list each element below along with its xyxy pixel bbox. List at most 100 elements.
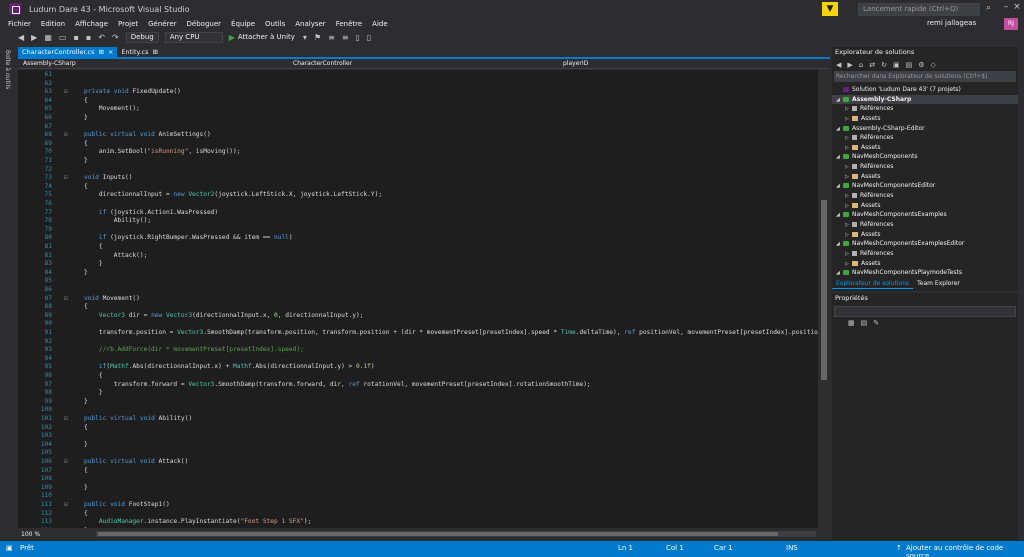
- pin-icon[interactable]: ⊞: [152, 47, 157, 57]
- member-dropdown[interactable]: playerID: [560, 60, 826, 68]
- fold-toggle-icon[interactable]: ⊟: [64, 131, 68, 140]
- menu-item[interactable]: Équipe: [231, 20, 255, 28]
- code-line[interactable]: 89 Vector3 dir = new Vector3(directionna…: [18, 312, 818, 321]
- code-line[interactable]: 102 {: [18, 424, 818, 433]
- collapse-icon[interactable]: ▣: [893, 61, 900, 69]
- tree-item[interactable]: ▷ Assets: [832, 114, 1018, 124]
- properties-object-select[interactable]: [834, 306, 1016, 317]
- tree-item[interactable]: ◢ NavMeshComponentsPlaymodeTests: [832, 268, 1018, 278]
- property-pages-icon[interactable]: ✎: [873, 319, 879, 327]
- code-line[interactable]: 83 }: [18, 260, 818, 269]
- panel-tab[interactable]: Explorateur de solutions: [832, 278, 914, 289]
- configuration-select[interactable]: Debug: [125, 31, 159, 43]
- fold-toggle-icon[interactable]: ⊟: [64, 415, 68, 424]
- tree-item[interactable]: ▷ Références: [832, 162, 1018, 172]
- document-tab[interactable]: Entity.cs ⊞: [117, 47, 162, 57]
- code-line[interactable]: 85: [18, 277, 818, 286]
- code-line[interactable]: 90: [18, 320, 818, 329]
- code-line[interactable]: 97 transform.forward = Vector3.SmoothDam…: [18, 381, 818, 390]
- bookmark-prev-icon[interactable]: ▯: [356, 33, 360, 42]
- code-line[interactable]: 74 {: [18, 183, 818, 192]
- menu-item[interactable]: Edition: [41, 20, 65, 28]
- save-icon[interactable]: ▪: [73, 33, 78, 42]
- code-line[interactable]: 103: [18, 432, 818, 441]
- code-line[interactable]: 98 }: [18, 389, 818, 398]
- code-line[interactable]: 93 //rb.AddForce(dir * movementPreset[pr…: [18, 346, 818, 355]
- code-line[interactable]: 113 AudioManager.instance.PlayInstantiat…: [18, 518, 818, 527]
- preview-icon[interactable]: ◇: [931, 61, 936, 69]
- tree-item[interactable]: ▷ Assets: [832, 143, 1018, 153]
- code-line[interactable]: 72: [18, 166, 818, 175]
- code-line[interactable]: 87 ⊟ void Movement(): [18, 295, 818, 304]
- code-line[interactable]: 107 {: [18, 467, 818, 476]
- code-line[interactable]: 77 if (joystick.Action1.WasPressed): [18, 209, 818, 218]
- code-line[interactable]: 68 ⊟ public virtual void AnimSettings(): [18, 131, 818, 140]
- comment-icon[interactable]: ≡: [328, 33, 335, 42]
- tree-item[interactable]: ▷ Références: [832, 249, 1018, 259]
- tree-item[interactable]: ▷ Références: [832, 220, 1018, 230]
- tree-item[interactable]: ▷ Assets: [832, 201, 1018, 211]
- tree-item[interactable]: ◢ Assembly-CSharp-Editor: [832, 124, 1018, 134]
- forward-icon[interactable]: ▶: [31, 33, 37, 42]
- redo-icon[interactable]: ↷: [112, 33, 119, 42]
- menu-item[interactable]: Outils: [265, 20, 285, 28]
- forward-icon[interactable]: ▶: [847, 61, 852, 69]
- close-tab-icon[interactable]: ×: [108, 47, 113, 57]
- tree-item[interactable]: ◢ NavMeshComponentsExamplesEditor: [832, 239, 1018, 249]
- solution-search-input[interactable]: Rechercher dans Explorateur de solutions…: [834, 71, 1016, 82]
- save-all-icon[interactable]: ▪: [86, 33, 91, 42]
- tree-item[interactable]: ◢ NavMeshComponents: [832, 152, 1018, 162]
- code-line[interactable]: 61: [18, 71, 818, 80]
- vertical-scrollbar[interactable]: [818, 70, 830, 528]
- bookmark-next-icon[interactable]: ▯: [367, 33, 371, 42]
- code-line[interactable]: 94: [18, 355, 818, 364]
- code-line[interactable]: 67: [18, 123, 818, 132]
- menu-item[interactable]: Projet: [118, 20, 138, 28]
- tree-item[interactable]: ▷ Assets: [832, 172, 1018, 182]
- code-line[interactable]: 110: [18, 492, 818, 501]
- avatar[interactable]: RJ: [1004, 18, 1018, 30]
- show-all-icon[interactable]: ▤: [906, 61, 913, 69]
- new-item-icon[interactable]: ▦: [44, 33, 52, 42]
- undo-icon[interactable]: ↶: [98, 33, 105, 42]
- uncomment-icon[interactable]: ≡: [342, 33, 349, 42]
- horizontal-scroll-thumb[interactable]: [98, 532, 778, 536]
- menu-item[interactable]: Générer: [148, 20, 176, 28]
- user-name[interactable]: remi jallageas: [927, 19, 976, 27]
- pin-icon[interactable]: ⊞: [99, 47, 104, 57]
- horizontal-scrollbar[interactable]: [96, 531, 816, 537]
- code-line[interactable]: 100: [18, 406, 818, 415]
- code-line[interactable]: 80 if (joystick.RightBumper.WasPressed &…: [18, 234, 818, 243]
- add-to-source-control-button[interactable]: Ajouter au contrôle de code source: [906, 544, 1024, 557]
- code-line[interactable]: 84}: [18, 269, 818, 278]
- source-control-icon[interactable]: ↑: [896, 544, 902, 552]
- code-line[interactable]: 88 {: [18, 303, 818, 312]
- menu-item[interactable]: Fenêtre: [336, 20, 362, 28]
- attach-to-unity-button[interactable]: Attacher à Unity: [238, 33, 295, 41]
- code-line[interactable]: 66}: [18, 114, 818, 123]
- platform-select[interactable]: Any CPU: [164, 31, 223, 43]
- code-line[interactable]: 71}: [18, 157, 818, 166]
- scroll-thumb[interactable]: [821, 200, 827, 380]
- alphabetical-icon[interactable]: ▤: [861, 319, 868, 327]
- fold-toggle-icon[interactable]: ⊟: [64, 88, 68, 97]
- tree-item[interactable]: ◢ NavMeshComponentsExamples: [832, 210, 1018, 220]
- tree-item[interactable]: ◢ Assembly-CSharp: [832, 94, 1018, 105]
- document-tab[interactable]: CharacterController.cs ⊞ ×: [18, 47, 118, 57]
- code-line[interactable]: 81 {: [18, 243, 818, 252]
- code-line[interactable]: 91 transform.position = Vector3.SmoothDa…: [18, 329, 818, 338]
- panel-tab[interactable]: Team Explorer: [913, 278, 964, 289]
- code-line[interactable]: 99}: [18, 398, 818, 407]
- fold-toggle-icon[interactable]: ⊟: [64, 174, 68, 183]
- code-editor[interactable]: 61 62 63 ⊟ private void FixedUpdate() 64 {65 M…: [18, 70, 818, 528]
- sync-icon[interactable]: ⇄: [869, 61, 875, 69]
- categorized-icon[interactable]: ▦: [848, 319, 855, 327]
- tree-item[interactable]: ▷ Assets: [832, 230, 1018, 240]
- code-line[interactable]: 76: [18, 200, 818, 209]
- filter-icon[interactable]: ▼: [822, 2, 838, 16]
- toolbox-tab[interactable]: Boîte à outils: [4, 50, 11, 89]
- code-line[interactable]: 86: [18, 286, 818, 295]
- code-line[interactable]: 79: [18, 226, 818, 235]
- code-line[interactable]: 78 Ability();: [18, 217, 818, 226]
- code-line[interactable]: 111 ⊟ public void FootStep1(): [18, 501, 818, 510]
